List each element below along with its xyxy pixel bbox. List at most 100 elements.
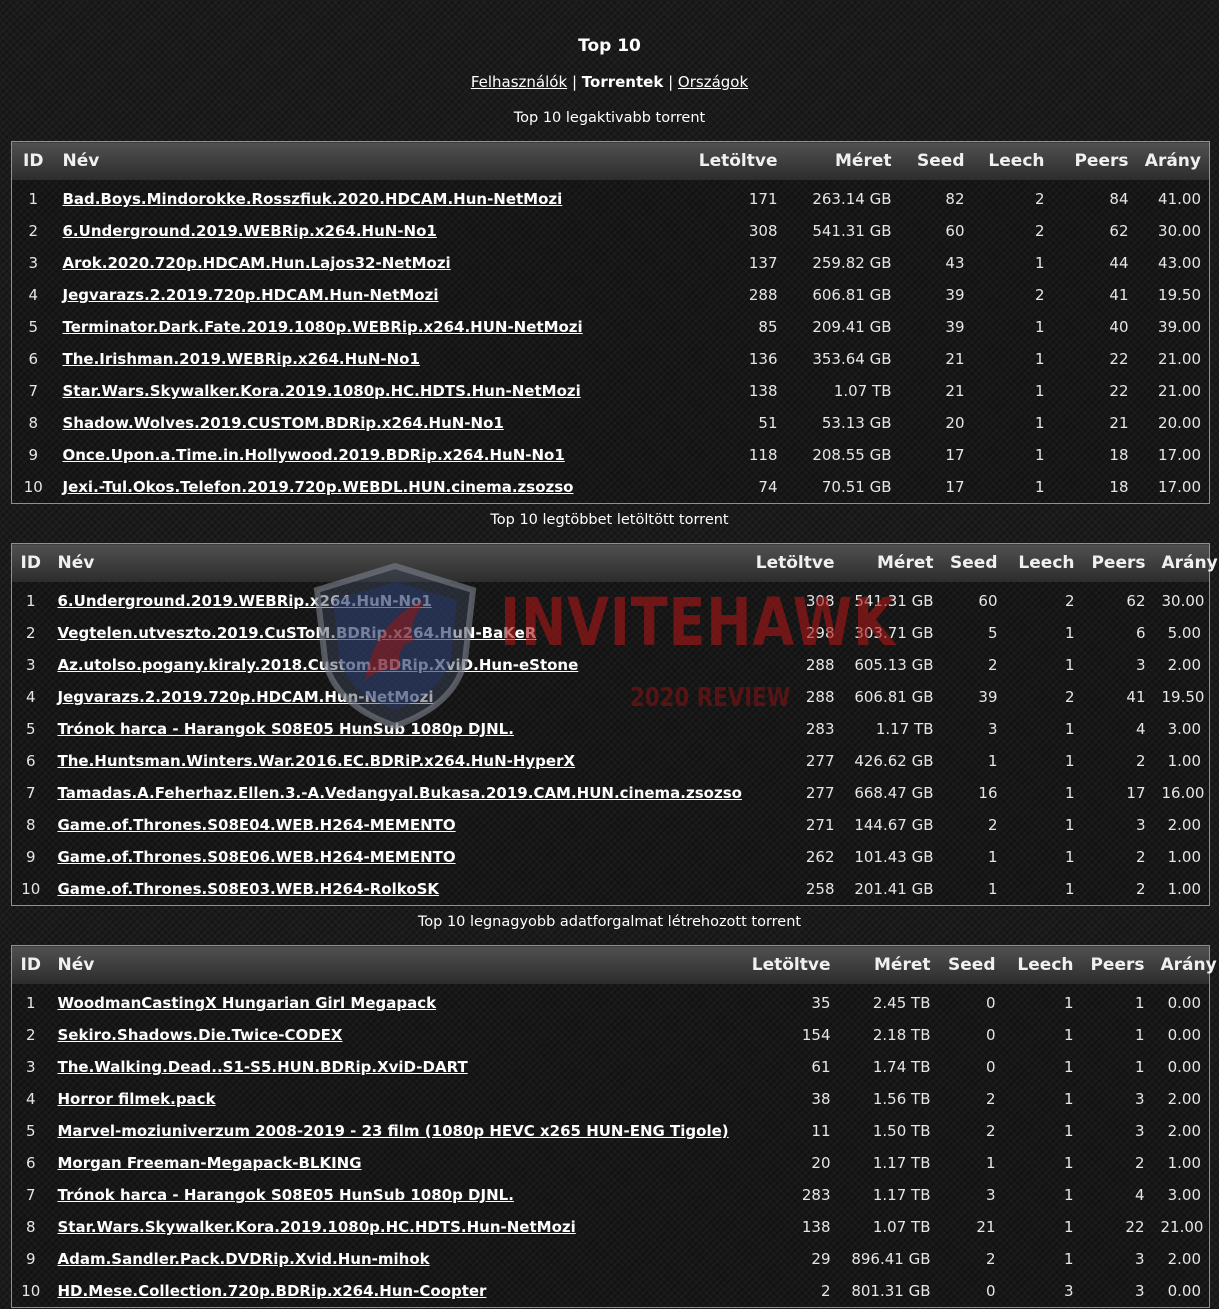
cell-peers: 1 [1134,1026,1145,1044]
torrent-link[interactable]: Marvel-moziuniverzum 2008-2019 - 23 film… [58,1122,729,1140]
torrent-link[interactable]: Game.of.Thrones.S08E04.WEB.H264-MEMENTO [58,816,456,834]
col-header-leech[interactable]: Leech [1005,543,1083,582]
torrent-link[interactable]: Terminator.Dark.Fate.2019.1080p.WEBRip.x… [63,318,583,336]
cell-leech: 1 [1064,784,1075,802]
cell-size: 353.64 GB [812,350,892,368]
cell-size: 263.14 GB [812,190,892,208]
cell-id: 2 [28,222,39,240]
torrent-link[interactable]: WoodmanCastingX Hungarian Girl Megapack [58,994,437,1012]
cell-leech: 1 [1063,1218,1074,1236]
cell-leech: 1 [1034,382,1045,400]
cell-leech: 2 [1064,688,1075,706]
col-header-id[interactable]: ID [11,141,55,180]
torrent-link[interactable]: The.Huntsman.Winters.War.2016.EC.BDRiP.x… [58,752,576,770]
cell-leech: 1 [1064,720,1075,738]
torrent-link[interactable]: Jexi.-Tul.Okos.Telefon.2019.720p.WEBDL.H… [63,478,574,496]
col-header-seed[interactable]: Seed [938,945,1004,984]
torrent-link[interactable]: The.Walking.Dead..S1-S5.HUN.BDRip.XviD-D… [58,1058,468,1076]
col-header-size[interactable]: Méret [842,543,942,582]
cell-downloaded: 288 [805,688,835,706]
torrent-link[interactable]: 6.Underground.2019.WEBRip.x264.HuN-No1 [63,222,437,240]
cell-downloaded: 35 [811,994,831,1012]
cell-leech: 1 [1064,880,1075,898]
cell-id: 2 [25,624,36,642]
torrent-link[interactable]: Game.of.Thrones.S08E06.WEB.H264-MEMENTO [58,848,456,866]
cell-size: 541.31 GB [812,222,892,240]
torrent-link[interactable]: Trónok harca - Harangok S08E05 HunSub 10… [58,1186,514,1204]
col-header-downloaded[interactable]: Letöltve [651,141,786,180]
table-row: 3 Az.utolso.pogany.kiraly.2018.Custom.BDR… [12,649,1210,681]
col-header-peers[interactable]: Peers [1081,945,1153,984]
torrent-link[interactable]: Jegvarazs.2.2019.720p.HDCAM.Hun-NetMozi [58,688,434,706]
table-row: 7 Star.Wars.Skywalker.Kora.2019.1080p.HC.… [12,375,1210,407]
torrent-link[interactable]: Horror filmek.pack [58,1090,216,1108]
col-header-ratio[interactable]: Arány [1153,543,1218,582]
table-row: 4 Jegvarazs.2.2019.720p.HDCAM.Hun-NetMozi… [12,279,1210,311]
cell-name: Vegtelen.utveszto.2019.CuSToM.BDRip.x264… [50,617,709,649]
cell-seed: 39 [978,688,998,706]
torrent-link[interactable]: Arok.2020.720p.HDCAM.Hun.Lajos32-NetMozi [63,254,451,272]
torrent-link[interactable]: Adam.Sandler.Pack.DVDRip.Xvid.Hun-mihok [58,1250,430,1268]
torrent-link[interactable]: Tamadas.A.Feherhaz.Ellen.3.-A.Vedangyal.… [58,784,742,802]
cell-id: 4 [25,688,36,706]
torrent-link[interactable]: HD.Mese.Collection.720p.BDRip.x264.Hun-C… [58,1282,487,1300]
torrent-link[interactable]: Shadow.Wolves.2019.CUSTOM.BDRip.x264.HuN… [63,414,504,432]
cell-name: Once.Upon.a.Time.in.Hollywood.2019.BDRip… [55,439,652,471]
col-header-seed[interactable]: Seed [941,543,1006,582]
col-header-peers[interactable]: Peers [1052,141,1137,180]
torrent-link[interactable]: Jegvarazs.2.2019.720p.HDCAM.Hun-NetMozi [63,286,439,304]
col-header-id[interactable]: ID [11,945,50,984]
col-header-ratio[interactable]: Arány [1152,945,1217,984]
cell-id: 5 [25,720,36,738]
torrent-link[interactable]: Game.of.Thrones.S08E03.WEB.H264-RolkoSK [58,880,440,898]
table-header-row: ID Név Letöltve Méret Seed Leech Peers A… [11,945,1217,984]
torrent-link[interactable]: 6.Underground.2019.WEBRip.x264.HuN-No1 [58,592,432,610]
cell-seed: 17 [945,446,965,464]
cell-ratio: 16.00 [1161,784,1205,802]
col-header-name[interactable]: Név [49,945,705,984]
cell-size: 144.67 GB [854,816,934,834]
nav-users-link[interactable]: Felhasználók [471,73,567,91]
torrent-link[interactable]: Star.Wars.Skywalker.Kora.2019.1080p.HC.H… [58,1218,576,1236]
cell-size: 426.62 GB [854,752,934,770]
cell-ratio: 3.00 [1167,1186,1201,1204]
col-header-leech[interactable]: Leech [972,141,1053,180]
torrent-link[interactable]: Bad.Boys.Mindorokke.Rosszfiuk.2020.HDCAM… [63,190,563,208]
cell-seed: 21 [945,382,965,400]
col-header-name[interactable]: Név [54,141,652,180]
cell-id: 4 [28,286,39,304]
cell-ratio: 17.00 [1158,446,1201,464]
cell-name: Morgan Freeman-Megapack-BLKING [50,1147,705,1179]
col-header-downloaded[interactable]: Letöltve [708,543,843,582]
table-row: 4 Jegvarazs.2.2019.720p.HDCAM.Hun-NetMozi… [12,681,1210,713]
col-header-name[interactable]: Név [49,543,709,582]
col-header-downloaded[interactable]: Letöltve [704,945,839,984]
table-row: 8 Star.Wars.Skywalker.Kora.2019.1080p.HC.… [12,1211,1210,1243]
nav-countries-link[interactable]: Országok [678,73,748,91]
cell-seed: 82 [945,190,965,208]
col-header-size[interactable]: Méret [838,945,939,984]
torrent-link[interactable]: Sekiro.Shadows.Die.Twice-CODEX [58,1026,343,1044]
cell-peers: 6 [1135,624,1146,642]
torrent-link[interactable]: Trónok harca - Harangok S08E05 HunSub 10… [58,720,514,738]
cell-id: 2 [25,1026,36,1044]
cell-id: 6 [25,752,36,770]
cell-size: 1.07 TB [833,382,892,400]
col-header-ratio[interactable]: Arány [1136,141,1210,180]
col-header-leech[interactable]: Leech [1003,945,1082,984]
cell-leech: 1 [1063,1186,1074,1204]
torrent-link[interactable]: Vegtelen.utveszto.2019.CuSToM.BDRip.x264… [58,624,537,642]
torrent-link[interactable]: Az.utolso.pogany.kiraly.2018.Custom.BDRi… [58,656,579,674]
col-header-seed[interactable]: Seed [899,141,973,180]
torrent-link[interactable]: Star.Wars.Skywalker.Kora.2019.1080p.HC.H… [63,382,581,400]
torrent-link[interactable]: Once.Upon.a.Time.in.Hollywood.2019.BDRip… [63,446,565,464]
col-header-size[interactable]: Méret [785,141,900,180]
torrent-link[interactable]: The.Irishman.2019.WEBRip.x264.HuN-No1 [63,350,420,368]
col-header-id[interactable]: ID [11,543,50,582]
cell-peers: 62 [1109,222,1129,240]
torrent-link[interactable]: Morgan Freeman-Megapack-BLKING [58,1154,362,1172]
cell-ratio: 5.00 [1167,624,1201,642]
cell-name: Game.of.Thrones.S08E06.WEB.H264-MEMENTO [50,841,709,873]
cell-size: 668.47 GB [854,784,934,802]
col-header-peers[interactable]: Peers [1082,543,1154,582]
